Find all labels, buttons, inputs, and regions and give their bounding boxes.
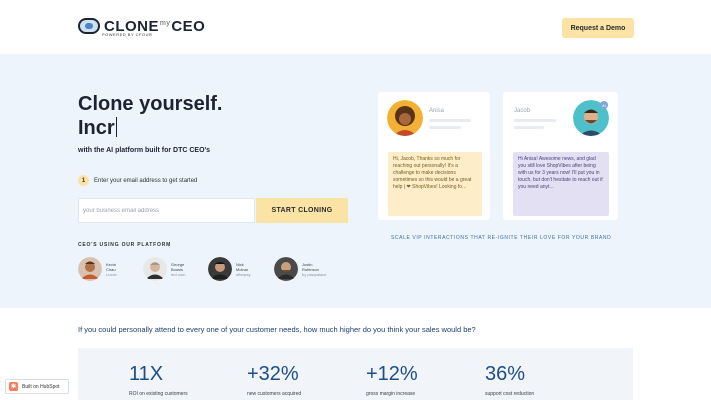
stat-value: 36% xyxy=(485,363,526,385)
customer-avatar xyxy=(387,100,423,136)
step-number-badge: 1 xyxy=(78,175,89,186)
ceo-avatar xyxy=(143,257,167,281)
ceo-last-name: Chau xyxy=(106,266,116,272)
ceo-section-label: CEO'S USING OUR PLATFORM xyxy=(78,242,172,248)
brand-logo[interactable]: CLONEmyCEO POWERED BY CFOUR xyxy=(78,14,205,38)
request-demo-button[interactable]: Request a Demo xyxy=(562,18,634,38)
ai-badge: AI xyxy=(600,101,608,109)
placeholder-line xyxy=(514,119,556,122)
hubspot-badge[interactable]: ✱ Built on HubSpot xyxy=(5,379,69,394)
logo-word-ceo: CEO xyxy=(171,17,206,35)
ceo-avatar xyxy=(274,257,298,281)
stat-label: gross margin increase xyxy=(366,391,416,397)
placeholder-line xyxy=(429,126,461,129)
ceo-info: Kevin Chau Luxxe xyxy=(106,262,117,277)
start-cloning-button[interactable]: START CLONING xyxy=(256,198,348,223)
chat-caption: SCALE VIP INTERACTIONS THAT RE-IGNITE TH… xyxy=(391,235,612,241)
ceo-first-name: George xyxy=(171,261,185,267)
ceo-item: Kevin Chau Luxxe xyxy=(78,257,117,281)
ceo-info: Justin Robinson by pawpalace xyxy=(302,262,326,277)
step-text: Enter your email address to get started xyxy=(94,177,198,184)
ceo-message-bubble: Hi Anisa! Awesome news, and glad you sti… xyxy=(513,152,609,216)
brain-logo-icon xyxy=(78,18,100,34)
ceo-first-name: Kevin xyxy=(106,261,117,267)
step-hint: 1 Enter your email address to get starte… xyxy=(78,175,197,186)
hero-subtitle: with the AI platform built for DTC CEO's xyxy=(78,147,211,154)
ceo-avatar xyxy=(78,257,102,281)
ceo-item: Nick Molnar afterpay xyxy=(208,257,250,281)
stat-label: new customers acquired xyxy=(247,391,302,397)
stat-item: 36% support cost reduction xyxy=(485,362,534,397)
ceo-info: Nick Molnar afterpay xyxy=(236,262,250,277)
site-header: CLONEmyCEO POWERED BY CFOUR Request a De… xyxy=(0,0,711,54)
customer-name: Anisa xyxy=(429,108,445,114)
hubspot-badge-label: Built on HubSpot xyxy=(22,383,60,390)
stat-value: 11X xyxy=(129,363,164,385)
placeholder-line xyxy=(429,119,471,122)
ceo-brand: by pawpalace xyxy=(302,271,327,277)
hero-title-line1: Clone yourself. xyxy=(78,93,223,115)
stat-item: 11X ROI on existing customers xyxy=(129,362,188,397)
logo-subtitle: POWERED BY CFOUR xyxy=(102,32,153,37)
stat-item: +12% gross margin increase xyxy=(366,362,418,397)
ceo-brand: Luxxe xyxy=(106,271,117,277)
stat-value: +32% xyxy=(247,363,299,385)
text-cursor xyxy=(115,117,117,137)
stat-label: ROI on existing customers xyxy=(129,391,188,397)
hubspot-icon: ✱ xyxy=(9,382,18,391)
customer-message-bubble: Hi, Jacob, Thanks so much for reaching o… xyxy=(388,152,482,216)
ceo-chat-name: Jacob xyxy=(514,108,531,114)
email-input[interactable] xyxy=(78,198,255,223)
placeholder-line xyxy=(514,126,544,129)
ceo-item: Justin Robinson by pawpalace xyxy=(274,257,326,281)
ceo-info: George Bousis brd.com xyxy=(171,262,185,277)
stat-label: support cost reduction xyxy=(485,391,535,397)
roi-question: If you could personally attend to every … xyxy=(78,325,476,334)
ceo-avatar xyxy=(208,257,232,281)
ceo-brand: brd.com xyxy=(171,271,186,277)
hero-title-line2: Incr xyxy=(78,116,117,140)
ceo-item: George Bousis brd.com xyxy=(143,257,185,281)
ceo-brand: afterpay xyxy=(236,271,251,277)
stat-item: +32% new customers acquired xyxy=(247,362,301,397)
typing-text: Incr xyxy=(78,117,115,139)
logo-word-my: my xyxy=(160,19,171,27)
stat-value: +12% xyxy=(366,363,418,385)
